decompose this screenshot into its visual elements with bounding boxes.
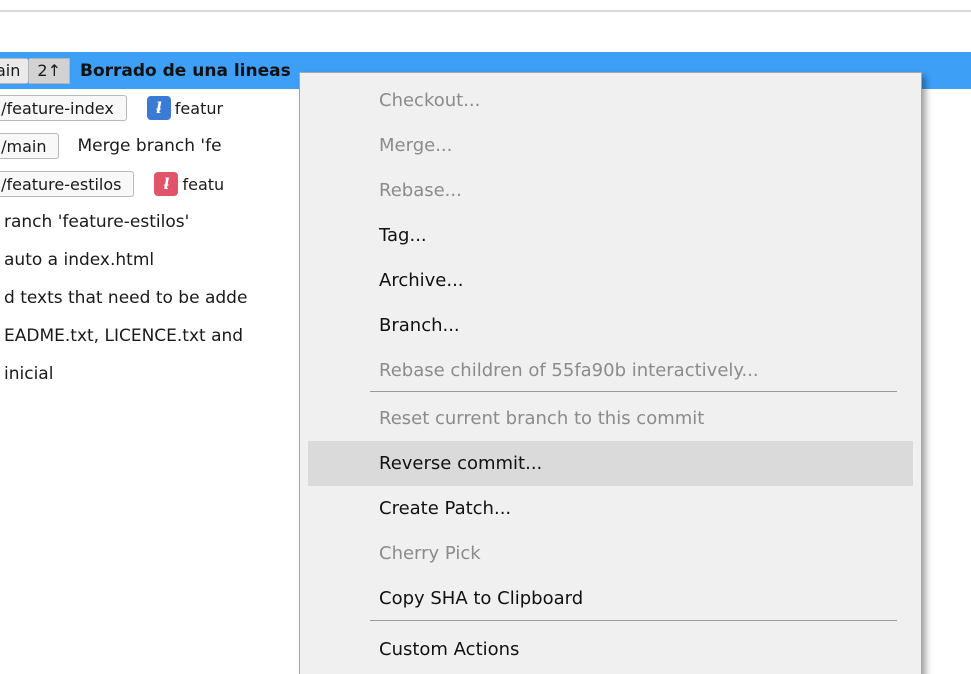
menu-item-reverse-commit[interactable]: Reverse commit... bbox=[308, 441, 913, 486]
menu-item-checkout[interactable]: Checkout... bbox=[308, 78, 913, 123]
menu-item-copy-sha[interactable]: Copy SHA to Clipboard bbox=[308, 576, 913, 621]
commit-message: ranch 'feature-estilos' bbox=[4, 212, 190, 232]
menu-item-reset-branch[interactable]: Reset current branch to this commit bbox=[308, 396, 913, 441]
local-branch-badge[interactable]: ƚ featur bbox=[146, 96, 224, 120]
remote-branch-tag[interactable]: ’/main bbox=[0, 133, 60, 159]
remote-branch-tag[interactable]: ’/feature-index bbox=[0, 95, 127, 121]
commit-message: EADME.txt, LICENCE.txt and bbox=[4, 326, 244, 346]
menu-item-create-patch[interactable]: Create Patch... bbox=[308, 486, 913, 531]
commit-message: d texts that need to be adde bbox=[4, 288, 248, 308]
menu-item-rebase-children[interactable]: Rebase children of 55fa90b interactively… bbox=[308, 348, 913, 393]
git-log-view: ain 2↑ Borrado de una lineas ’/feature-i… bbox=[0, 0, 971, 674]
ahead-count-badge: 2↑ bbox=[29, 57, 70, 84]
menu-separator bbox=[370, 620, 897, 621]
branch-icon: ƚ bbox=[146, 96, 171, 120]
commit-message: Borrado de una lineas bbox=[79, 60, 291, 81]
context-menu: Checkout... Merge... Rebase... Tag... Ar… bbox=[299, 72, 922, 674]
local-branch-label: featur bbox=[174, 98, 224, 118]
menu-item-tag[interactable]: Tag... bbox=[308, 213, 913, 258]
branch-tag-main[interactable]: ain bbox=[0, 57, 30, 84]
commit-message: auto a index.html bbox=[4, 250, 155, 270]
menu-separator bbox=[370, 391, 897, 392]
menu-item-rebase[interactable]: Rebase... bbox=[308, 168, 913, 213]
local-branch-label: featu bbox=[182, 174, 225, 194]
commit-message: Merge branch 'fe bbox=[77, 136, 222, 156]
menu-item-cherry-pick[interactable]: Cherry Pick bbox=[308, 531, 913, 576]
menu-item-branch[interactable]: Branch... bbox=[308, 303, 913, 348]
branch-icon: ƚ bbox=[154, 172, 179, 196]
menu-item-archive[interactable]: Archive... bbox=[308, 258, 913, 303]
commit-message: inicial bbox=[4, 364, 54, 384]
menu-item-custom-actions[interactable]: Custom Actions bbox=[308, 627, 913, 672]
menu-item-merge[interactable]: Merge... bbox=[308, 123, 913, 168]
remote-branch-tag[interactable]: ’/feature-estilos bbox=[0, 171, 135, 197]
local-branch-badge[interactable]: ƚ featu bbox=[154, 172, 224, 196]
header-divider bbox=[0, 10, 971, 12]
